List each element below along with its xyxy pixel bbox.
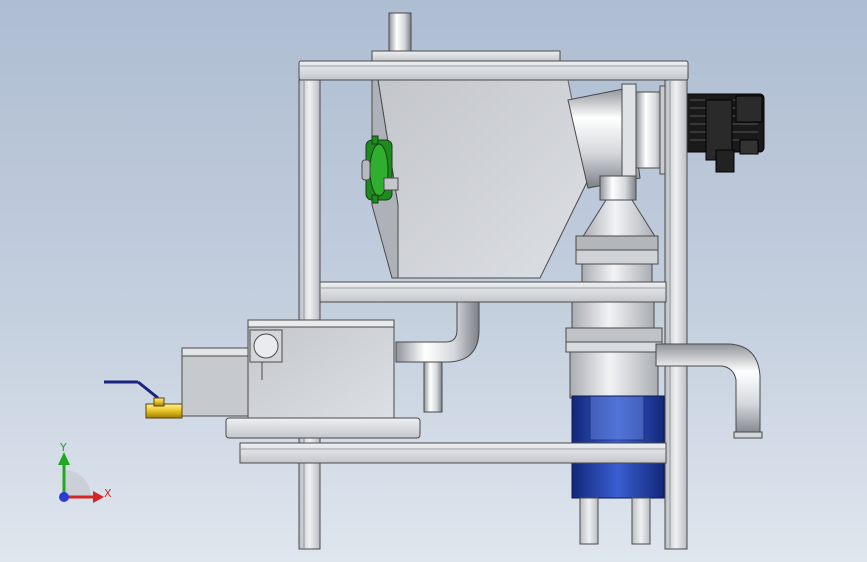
cad-viewport[interactable]: Y X <box>0 0 867 562</box>
coordinate-triad <box>58 452 104 503</box>
y-axis-label: Y <box>60 441 67 454</box>
x-axis-label: X <box>104 487 112 500</box>
drain-elbow <box>395 301 480 413</box>
settling-tank <box>181 319 421 439</box>
screw-housing <box>371 79 589 279</box>
ball-valve <box>104 380 183 419</box>
base-frame-rail <box>239 442 667 464</box>
top-frame-rail <box>298 60 689 81</box>
cyclone-chamber <box>565 301 663 399</box>
flanged-hopper <box>575 199 659 285</box>
frame-post-right <box>664 79 688 550</box>
inlet-pipe <box>371 12 561 62</box>
frame-post-left <box>298 79 321 550</box>
middle-frame-rail <box>319 281 667 303</box>
machine-drawing <box>58 12 765 550</box>
gear-motor <box>683 93 765 173</box>
z-axis-dot <box>59 492 69 502</box>
blower-motor <box>571 395 665 545</box>
